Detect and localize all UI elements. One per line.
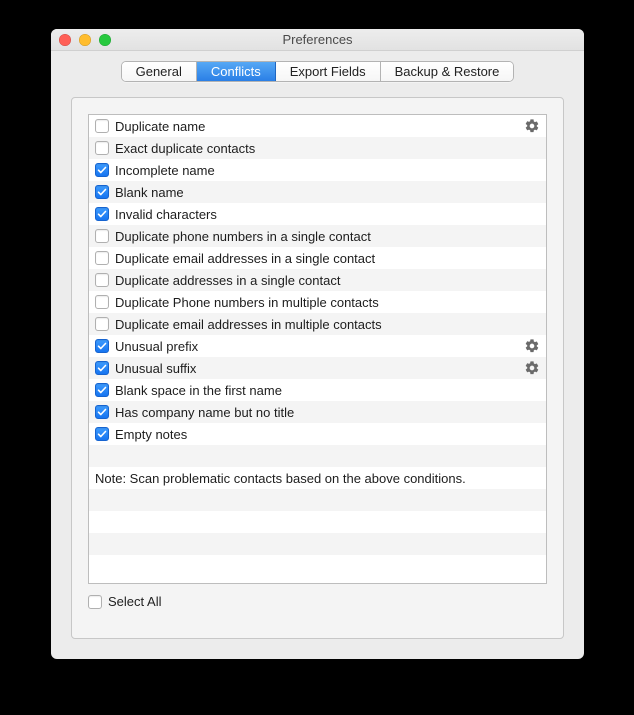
gear-icon[interactable] — [524, 118, 540, 134]
spacer-row — [89, 489, 546, 511]
window-title: Preferences — [51, 29, 584, 51]
spacer-row — [89, 555, 546, 577]
item-checkbox[interactable] — [95, 339, 109, 353]
preferences-window: Preferences GeneralConflictsExport Field… — [51, 29, 584, 659]
list-item: Duplicate Phone numbers in multiple cont… — [89, 291, 546, 313]
list-item: Blank space in the first name — [89, 379, 546, 401]
conflict-list: Duplicate name Exact duplicate contacts In… — [88, 114, 547, 584]
item-label: Blank name — [115, 185, 540, 200]
item-label: Duplicate addresses in a single contact — [115, 273, 540, 288]
list-item: Exact duplicate contacts — [89, 137, 546, 159]
item-checkbox[interactable] — [95, 317, 109, 331]
list-item: Duplicate email addresses in a single co… — [89, 247, 546, 269]
list-item: Blank name — [89, 181, 546, 203]
item-label: Duplicate email addresses in a single co… — [115, 251, 540, 266]
spacer-row — [89, 445, 546, 467]
item-checkbox[interactable] — [95, 383, 109, 397]
item-label: Unusual suffix — [115, 361, 520, 376]
item-label: Incomplete name — [115, 163, 540, 178]
item-label: Exact duplicate contacts — [115, 141, 540, 156]
item-checkbox[interactable] — [95, 427, 109, 441]
item-checkbox[interactable] — [95, 361, 109, 375]
list-item: Incomplete name — [89, 159, 546, 181]
item-label: Has company name but no title — [115, 405, 540, 420]
item-checkbox[interactable] — [95, 295, 109, 309]
tab-bar: GeneralConflictsExport FieldsBackup & Re… — [51, 51, 584, 91]
list-item: Invalid characters — [89, 203, 546, 225]
tab-general[interactable]: General — [122, 62, 197, 81]
select-all-checkbox[interactable] — [88, 595, 102, 609]
select-all-label: Select All — [108, 594, 161, 609]
gear-icon[interactable] — [524, 338, 540, 354]
item-label: Blank space in the first name — [115, 383, 540, 398]
list-item: Duplicate email addresses in multiple co… — [89, 313, 546, 335]
item-checkbox[interactable] — [95, 185, 109, 199]
note-row: Note: Scan problematic contacts based on… — [89, 467, 546, 489]
list-item: Unusual prefix — [89, 335, 546, 357]
select-all-row: Select All — [88, 594, 547, 609]
list-item: Duplicate name — [89, 115, 546, 137]
spacer-row — [89, 533, 546, 555]
item-checkbox[interactable] — [95, 273, 109, 287]
list-item: Has company name but no title — [89, 401, 546, 423]
spacer-row — [89, 511, 546, 533]
list-item: Unusual suffix — [89, 357, 546, 379]
conflicts-panel: Duplicate name Exact duplicate contacts In… — [71, 97, 564, 639]
item-label: Unusual prefix — [115, 339, 520, 354]
item-checkbox[interactable] — [95, 207, 109, 221]
gear-icon[interactable] — [524, 360, 540, 376]
item-checkbox[interactable] — [95, 251, 109, 265]
item-label: Duplicate phone numbers in a single cont… — [115, 229, 540, 244]
item-label: Invalid characters — [115, 207, 540, 222]
item-checkbox[interactable] — [95, 405, 109, 419]
item-checkbox[interactable] — [95, 163, 109, 177]
item-checkbox[interactable] — [95, 229, 109, 243]
list-item: Duplicate phone numbers in a single cont… — [89, 225, 546, 247]
item-label: Duplicate Phone numbers in multiple cont… — [115, 295, 540, 310]
tab-export-fields[interactable]: Export Fields — [276, 62, 381, 81]
item-label: Duplicate email addresses in multiple co… — [115, 317, 540, 332]
item-checkbox[interactable] — [95, 119, 109, 133]
item-label: Duplicate name — [115, 119, 520, 134]
titlebar: Preferences — [51, 29, 584, 51]
tab-conflicts[interactable]: Conflicts — [197, 62, 276, 81]
item-label: Empty notes — [115, 427, 540, 442]
tab-backup-restore[interactable]: Backup & Restore — [381, 62, 514, 81]
note-text: Note: Scan problematic contacts based on… — [95, 471, 466, 486]
list-item: Empty notes — [89, 423, 546, 445]
item-checkbox[interactable] — [95, 141, 109, 155]
list-item: Duplicate addresses in a single contact — [89, 269, 546, 291]
